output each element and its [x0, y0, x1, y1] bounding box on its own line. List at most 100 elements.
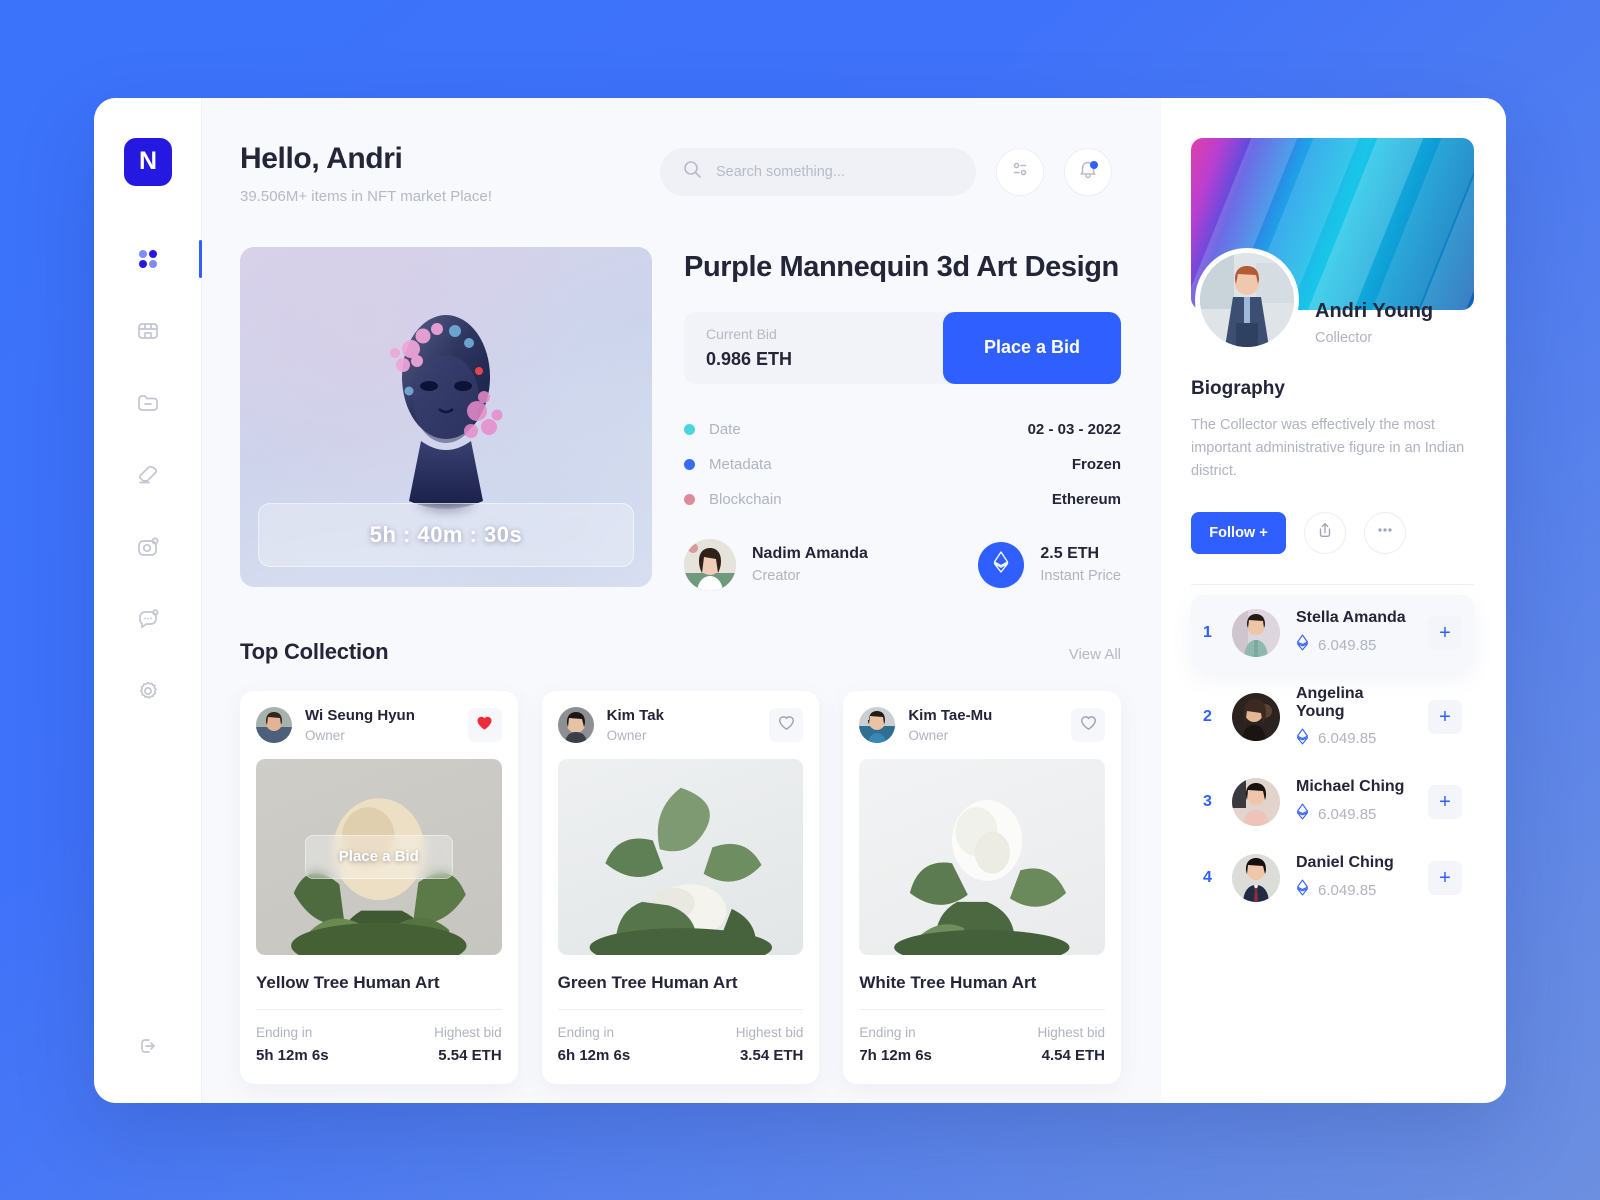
card-owner: Kim Tae-Mu Owner [908, 707, 1058, 743]
card-footer: Ending in 7h 12m 6s Highest bid 4.54 ETH [859, 1025, 1105, 1064]
card-footer: Ending in 5h 12m 6s Highest bid 5.54 ETH [256, 1025, 502, 1064]
instant-price-label: Instant Price [1040, 568, 1121, 584]
collector-row[interactable]: 2 Angelina Young 6.049.85 + [1191, 671, 1474, 764]
profile-identity: Andri Young Collector [1191, 247, 1474, 352]
card-header: Wi Seung Hyun Owner [256, 706, 502, 743]
collector-name: Daniel Ching [1296, 854, 1394, 872]
logo-letter: N [138, 147, 157, 175]
grid-icon [135, 246, 161, 272]
ethereum-badge [978, 541, 1025, 588]
like-button[interactable] [467, 707, 502, 742]
featured-nft: 5h : 40m : 30s Purple Mannequin 3d Art D… [240, 246, 1121, 591]
collector-row[interactable]: 3 Michael Ching 6.049.85 + [1191, 764, 1474, 840]
view-all-link[interactable]: View All [1069, 646, 1121, 663]
notifications-button[interactable] [1064, 147, 1112, 196]
sidebar-item-collections[interactable] [94, 380, 201, 426]
top-collectors-list: 1 Stella Amanda 6.049.85 + 2 Angelina Yo… [1191, 594, 1474, 916]
add-collector-button[interactable]: + [1428, 784, 1462, 819]
ending-label: Ending in [256, 1024, 313, 1040]
current-bid-label: Current Bid [706, 325, 777, 342]
collector-row[interactable]: 4 Daniel Ching 6.049.85 + [1191, 840, 1474, 916]
sidebar-item-settings[interactable] [94, 668, 201, 714]
collector-info: Angelina Young 6.049.85 [1296, 685, 1412, 750]
app-logo[interactable]: N [123, 137, 172, 186]
like-button[interactable] [1071, 707, 1106, 742]
search-bar[interactable] [660, 147, 976, 196]
status-dot [684, 493, 695, 505]
collector-name: Michael Ching [1296, 778, 1405, 796]
sidebar-item-gallery[interactable] [94, 524, 201, 570]
page-subtitle: 39.506M+ items in NFT market Place! [240, 187, 492, 205]
highest-bid-label: Highest bid [1037, 1024, 1106, 1040]
rank-number: 4 [1203, 868, 1212, 886]
biography-title: Biography [1191, 377, 1285, 399]
metadata-row: Blockchain Ethereum [684, 482, 1121, 517]
add-collector-button[interactable]: + [1428, 615, 1462, 650]
collector-row[interactable]: 1 Stella Amanda 6.049.85 + [1191, 594, 1474, 671]
nft-card[interactable]: Wi Seung Hyun Owner Place a Bid Yellow T… [240, 690, 518, 1084]
search-input[interactable] [716, 163, 954, 180]
metadata-row: Metadata Frozen [684, 447, 1121, 482]
collection-header: Top Collection View All [240, 639, 1121, 665]
collector-amount: 6.049.85 [1318, 636, 1377, 654]
metadata-key: Date [709, 420, 741, 438]
follow-button[interactable]: Follow + [1191, 511, 1286, 554]
place-a-bid-button[interactable]: Place a Bid [943, 311, 1121, 384]
creator-role: Creator [752, 568, 801, 584]
collector-amount: 6.049.85 [1318, 730, 1377, 748]
ethereum-icon [1296, 879, 1309, 901]
rank-number: 3 [1203, 792, 1212, 810]
sidebar-nav [94, 236, 202, 714]
divider [859, 1008, 1106, 1010]
share-button[interactable] [1304, 511, 1346, 554]
nft-card[interactable]: Kim Tae-Mu Owner White Tree Human Art En… [843, 690, 1122, 1084]
profile-name: Andri Young [1315, 299, 1434, 322]
metadata-key: Metadata [709, 455, 772, 473]
creator-and-price: Nadim Amanda Creator 2.5 ETH Instant Pri… [684, 538, 1121, 591]
sidebar-item-tags[interactable] [94, 452, 201, 498]
highest-bid-label: Highest bid [434, 1024, 502, 1040]
card-header: Kim Tak Owner [557, 706, 804, 743]
add-collector-button[interactable]: + [1428, 860, 1462, 895]
nft-name: Green Tree Human Art [557, 972, 738, 992]
avatar [256, 706, 292, 743]
sidebar-item-messages[interactable] [94, 596, 201, 642]
current-bid-block: Current Bid 0.986 ETH [706, 326, 792, 370]
metadata-value: 02 - 03 - 2022 [1027, 420, 1121, 438]
share-icon [1316, 521, 1334, 544]
chat-icon [134, 605, 162, 633]
add-collector-button[interactable]: + [1428, 700, 1462, 735]
more-options-button[interactable] [1364, 511, 1406, 554]
ending-value: 7h 12m 6s [859, 1046, 932, 1064]
nft-card[interactable]: Kim Tak Owner Green Tree Human Art Endin… [541, 690, 820, 1084]
rank-number: 2 [1203, 708, 1212, 726]
card-bid-overlay[interactable]: Place a Bid [304, 834, 453, 879]
divider [256, 1008, 502, 1010]
sidebar-item-dashboard[interactable] [94, 236, 202, 282]
avatar [1232, 693, 1280, 742]
folder-minus-icon [134, 389, 162, 417]
featured-details: Purple Mannequin 3d Art Design Current B… [684, 247, 1121, 591]
heart-outline-icon [1079, 713, 1098, 737]
ethereum-icon [1296, 634, 1309, 656]
featured-artwork[interactable]: 5h : 40m : 30s [240, 246, 652, 587]
ending-value: 6h 12m 6s [557, 1046, 631, 1064]
creator-block[interactable]: Nadim Amanda Creator [684, 538, 868, 591]
current-bid-bar: Current Bid 0.986 ETH Place a Bid [684, 311, 1121, 384]
more-icon [1375, 520, 1395, 545]
card-artwork [557, 758, 804, 955]
sidebar-bottom [94, 1023, 201, 1069]
card-owner: Kim Tak Owner [607, 707, 757, 743]
sidebar-item-logout[interactable] [94, 1023, 201, 1069]
owner-name: Kim Tak [606, 706, 664, 724]
search-icon [682, 159, 702, 184]
collector-amount: 6.049.85 [1318, 805, 1377, 823]
store-icon [134, 317, 162, 345]
filter-button[interactable] [996, 147, 1044, 196]
like-button[interactable] [769, 707, 804, 742]
nft-name: White Tree Human Art [859, 972, 1037, 992]
sidebar-item-marketplace[interactable] [94, 308, 201, 354]
rank-number: 1 [1203, 623, 1212, 641]
leaf-artwork [894, 800, 1070, 955]
avatar [1232, 608, 1280, 657]
